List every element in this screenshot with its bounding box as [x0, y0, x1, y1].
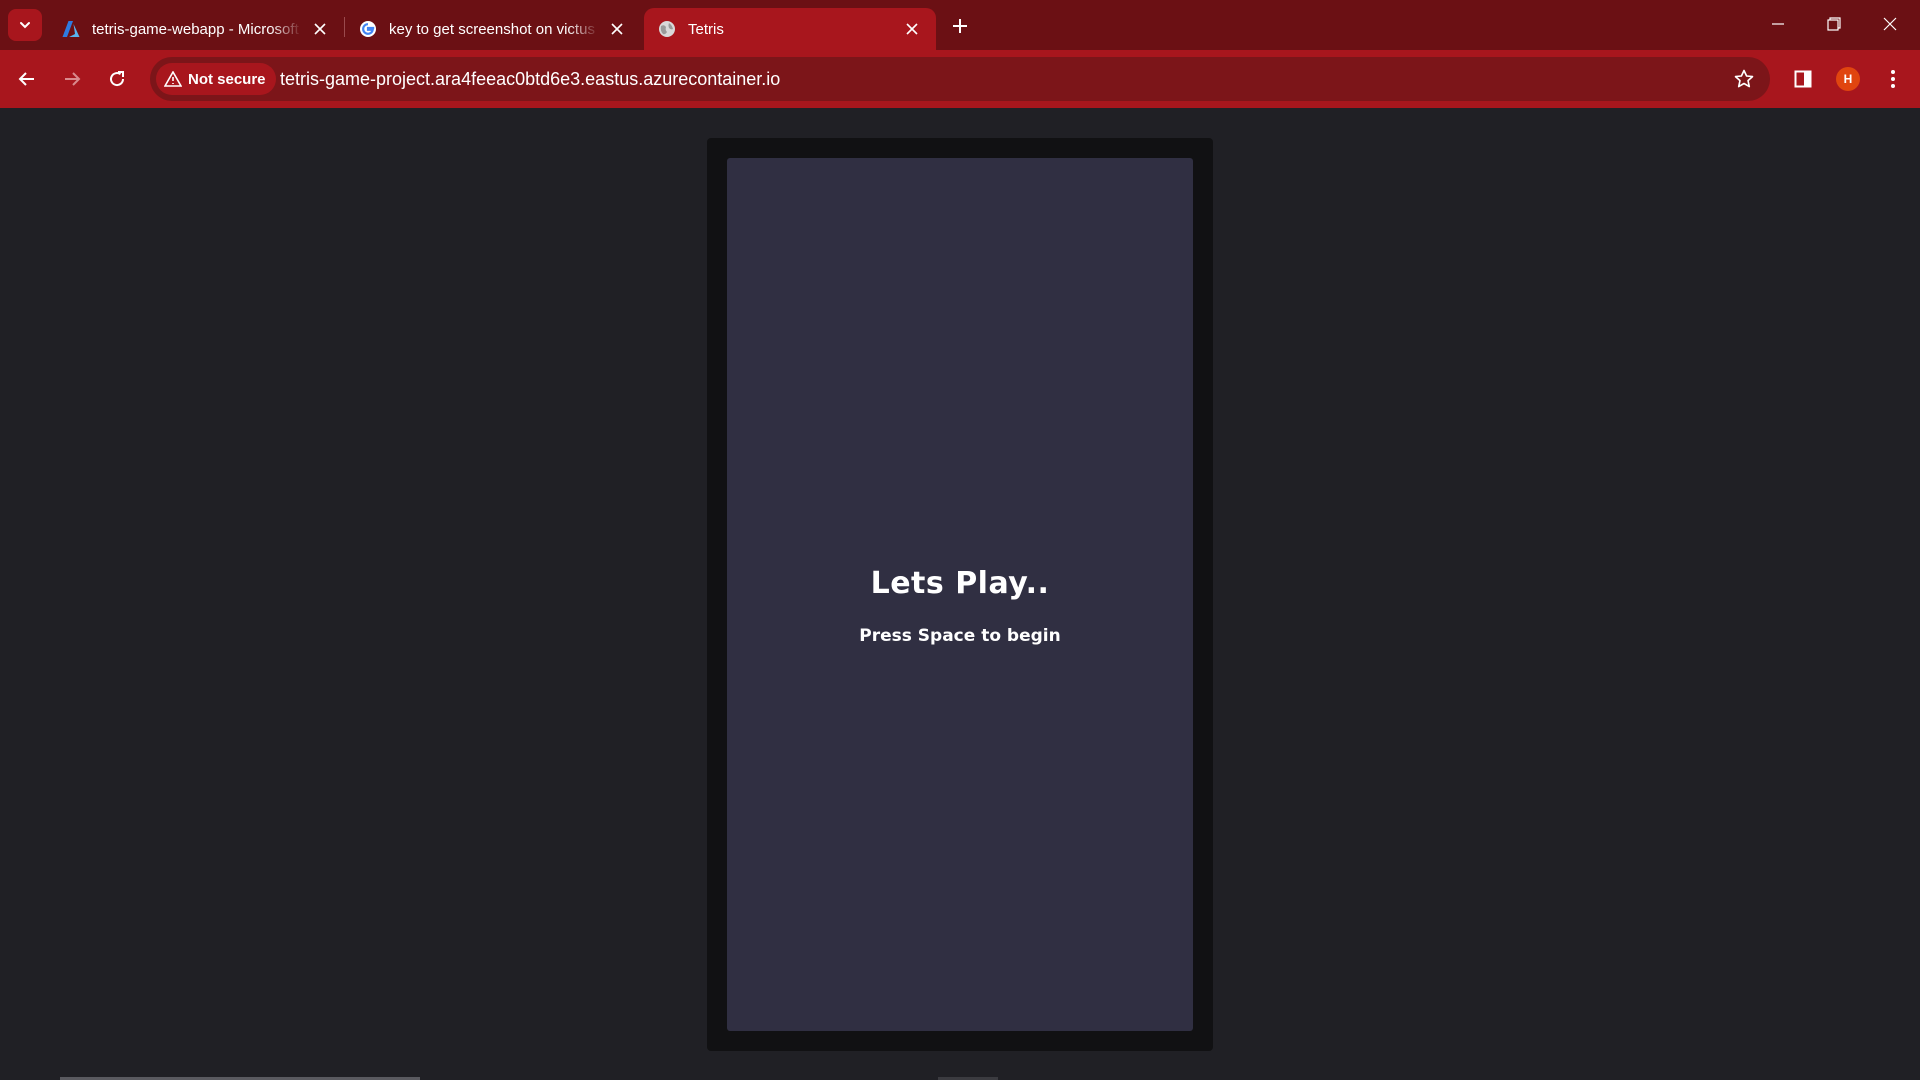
globe-icon — [659, 21, 675, 37]
tab-search-button[interactable] — [8, 9, 42, 41]
game-board[interactable]: Lets Play.. Press Space to begin — [727, 158, 1193, 1031]
side-panel-icon — [1794, 70, 1812, 88]
close-icon — [1883, 17, 1897, 31]
plus-icon — [953, 19, 967, 33]
google-icon — [360, 21, 376, 37]
close-icon[interactable] — [310, 19, 330, 39]
close-icon[interactable] — [607, 19, 627, 39]
security-label: Not secure — [188, 70, 266, 88]
tab-title: tetris-game-webapp - Microsoft Azure — [92, 20, 302, 38]
tab-strip: tetris-game-webapp - Microsoft Azure key… — [0, 0, 1920, 50]
warning-icon — [164, 71, 182, 87]
new-tab-button[interactable] — [946, 12, 974, 40]
tab-google-search[interactable]: key to get screenshot on victus — [345, 8, 641, 50]
profile-avatar[interactable]: H — [1836, 67, 1860, 91]
game-title: Lets Play.. — [870, 566, 1050, 601]
restore-icon — [1827, 17, 1841, 31]
reload-button[interactable] — [99, 61, 135, 97]
tab-title: Tetris — [688, 20, 724, 38]
tab-title: key to get screenshot on victus — [389, 20, 595, 38]
tab-azure[interactable]: tetris-game-webapp - Microsoft Azure — [48, 8, 344, 50]
reload-icon — [110, 71, 125, 87]
site-security-chip[interactable]: Not secure — [156, 63, 276, 95]
close-icon[interactable] — [902, 19, 922, 39]
browser-menu-button[interactable] — [1878, 61, 1908, 97]
url-text[interactable]: tetris-game-project.ara4feeac0btd6e3.eas… — [280, 69, 780, 90]
bookmark-button[interactable] — [1730, 65, 1758, 93]
minimize-icon — [1772, 23, 1784, 25]
forward-button[interactable] — [54, 61, 90, 97]
browser-toolbar: Not secure tetris-game-project.ara4feeac… — [0, 50, 1920, 108]
game-container: Lets Play.. Press Space to begin — [707, 138, 1213, 1051]
back-button[interactable] — [9, 61, 45, 97]
game-instructions: Press Space to begin — [859, 626, 1061, 646]
arrow-left-icon — [18, 72, 34, 86]
restore-button[interactable] — [1806, 0, 1862, 48]
address-bar[interactable]: Not secure tetris-game-project.ara4feeac… — [150, 57, 1770, 101]
tab-tetris[interactable]: Tetris — [644, 8, 936, 50]
close-window-button[interactable] — [1862, 0, 1918, 48]
minimize-button[interactable] — [1750, 0, 1806, 48]
chevron-down-icon — [20, 22, 30, 29]
more-vertical-icon — [1891, 70, 1895, 88]
star-icon — [1734, 69, 1754, 88]
azure-icon — [62, 21, 80, 37]
side-panel-button[interactable] — [1785, 61, 1821, 97]
arrow-right-icon — [65, 72, 81, 86]
